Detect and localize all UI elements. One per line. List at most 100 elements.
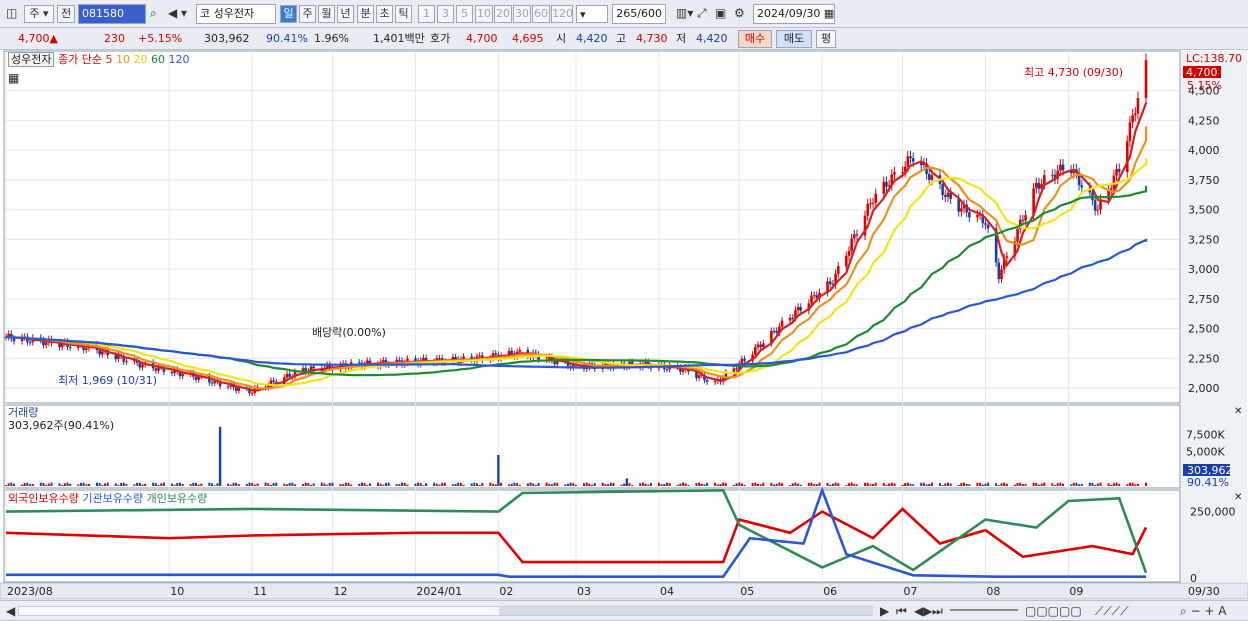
candle-body <box>1144 60 1148 98</box>
sell-button[interactable]: 매도 <box>776 30 812 48</box>
calendar-icon[interactable]: ▦ <box>824 7 834 20</box>
volume-bar <box>1062 483 1065 486</box>
search-icon[interactable]: ⌕ <box>150 6 157 20</box>
interval-10-button[interactable]: 10 <box>475 5 493 23</box>
period-week-button[interactable]: 주 <box>299 5 316 23</box>
volume-bar <box>831 483 834 486</box>
volume-bar <box>176 482 179 486</box>
candle-body <box>740 358 744 364</box>
period-year-button[interactable]: 년 <box>337 5 354 23</box>
candle-body <box>125 361 128 363</box>
volume-bar <box>419 483 422 486</box>
candle-body <box>681 369 685 372</box>
y-tick-label: 2,500 <box>1188 323 1220 336</box>
volume-bar <box>29 484 32 486</box>
volume-bar <box>941 484 944 486</box>
interval-30-button[interactable]: 30 <box>513 5 531 23</box>
draw-tools-icon[interactable]: ⤢ <box>697 6 707 20</box>
date-field[interactable]: 2024/09/30 ▦ <box>753 4 835 24</box>
volume-bar <box>248 482 251 486</box>
save-icon[interactable]: ▣ <box>715 6 726 20</box>
prev-button[interactable]: 전 <box>57 5 75 23</box>
interval-1-button[interactable]: 1 <box>418 5 435 23</box>
volume-bar <box>944 483 947 486</box>
volume-bar <box>125 483 128 486</box>
scroll-thumb[interactable] <box>499 607 873 615</box>
volume-bar <box>331 482 334 486</box>
zoom-slider[interactable] <box>950 609 1018 611</box>
volume-bar <box>612 482 615 486</box>
last-icon[interactable]: ⏭ <box>932 604 943 618</box>
volume-bar <box>304 482 307 486</box>
x-tick-label: 09 <box>1069 585 1083 598</box>
volume-bar <box>663 483 666 486</box>
holding-close-icon[interactable]: ✕ <box>1234 491 1242 504</box>
chart-canvas[interactable]: 4,5004,2504,0003,7503,5003,2503,0002,750… <box>0 50 1248 621</box>
period-second-button[interactable]: 초 <box>376 5 393 23</box>
volume-bar <box>213 485 216 486</box>
y-tick-label: 4,250 <box>1188 114 1220 127</box>
volume-bar <box>508 484 511 486</box>
volume-bar <box>738 482 741 486</box>
zoom-icons[interactable]: ⌕ − + A <box>1180 604 1226 618</box>
market-select[interactable]: 주 ▾ <box>24 5 54 23</box>
candle-body <box>210 382 214 384</box>
volume-bar <box>269 485 272 486</box>
volume-bar <box>703 484 706 486</box>
speaker-icon[interactable]: ◀ ▾ <box>168 6 187 20</box>
candle-type-icon[interactable]: ▥▾ <box>676 6 693 20</box>
stock-name-field[interactable]: 코 성우전자 <box>196 4 276 24</box>
first-icon[interactable]: ⏮ <box>896 604 907 618</box>
volume-bar <box>853 483 856 486</box>
interval-60-button[interactable]: 60 <box>532 5 550 23</box>
volume-bar <box>893 483 896 486</box>
candle-body <box>713 381 717 383</box>
candle-body <box>901 171 904 173</box>
volume-bar <box>548 483 551 486</box>
chart-menu-icon[interactable]: ▦ <box>8 72 19 85</box>
period-month-button[interactable]: 월 <box>318 5 335 23</box>
settings-gear-icon[interactable]: ⚙ <box>734 6 745 20</box>
volume-bar <box>1112 483 1115 486</box>
scroll-left-icon[interactable]: ◀ <box>6 604 15 618</box>
interval-3-button[interactable]: 3 <box>437 5 454 23</box>
eval-button[interactable]: 평 <box>816 30 836 48</box>
interval-20-button[interactable]: 20 <box>494 5 512 23</box>
window-layout-icons[interactable]: ▢▢▢▢▢ <box>1025 604 1082 618</box>
count-field[interactable]: 265/600 <box>612 4 666 24</box>
volume-bar <box>575 485 577 486</box>
candle-body <box>788 317 792 321</box>
candle-body <box>1117 168 1121 172</box>
buy-button[interactable]: 매수 <box>738 30 772 48</box>
candle-body <box>1021 219 1025 221</box>
volume-value: 303,962 <box>204 32 250 45</box>
custom-interval-select[interactable]: ▾ <box>576 5 608 23</box>
stock-code-input[interactable]: 081580 <box>78 4 146 24</box>
volume-close-icon[interactable]: ✕ <box>1234 405 1242 418</box>
scroll-right-icon[interactable]: ▶ <box>880 604 889 618</box>
volume-bar <box>882 482 885 486</box>
candle-body <box>1037 182 1041 189</box>
candle-body <box>941 184 944 196</box>
volume-bar <box>572 483 575 486</box>
x-tick-label: 07 <box>903 585 917 598</box>
period-tick-button[interactable]: 틱 <box>395 5 412 23</box>
play-icon[interactable]: ◀▶ <box>914 604 932 618</box>
candle-body <box>357 362 361 364</box>
volume-bar <box>470 483 473 486</box>
volume-bar <box>518 484 521 486</box>
candle-body <box>836 266 840 274</box>
volume-bar <box>909 483 912 486</box>
period-minute-button[interactable]: 분 <box>357 5 374 23</box>
volume-bar <box>403 482 406 486</box>
volume-bar <box>489 482 492 486</box>
volume-bar <box>1054 485 1057 486</box>
interval-120-button[interactable]: 120 <box>551 5 573 23</box>
volume-bar <box>459 482 462 486</box>
trend-tools-icons[interactable]: ⟋⟋⟋⟋ <box>1095 604 1129 618</box>
volume-bar <box>267 483 270 486</box>
interval-5-button[interactable]: 5 <box>456 5 473 23</box>
chart-window-icon[interactable]: ◫ <box>6 6 17 20</box>
scroll-track[interactable] <box>18 606 873 616</box>
period-day-button[interactable]: 일 <box>280 5 297 23</box>
